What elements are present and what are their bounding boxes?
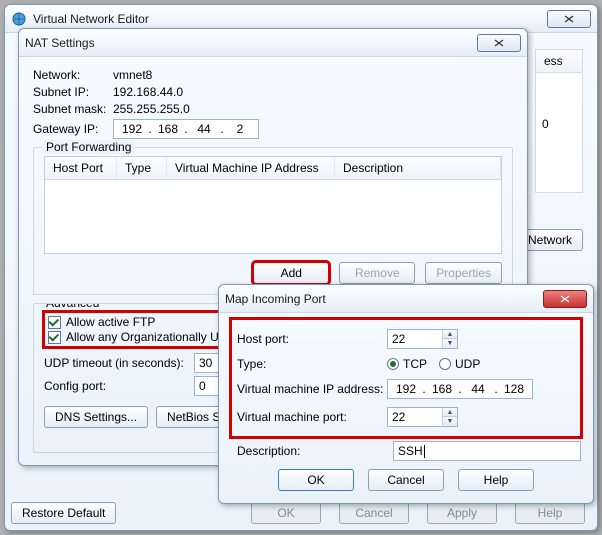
allow-oui-label: Allow any Organizationally Un <box>66 330 225 344</box>
type-label: Type: <box>237 357 387 371</box>
udp-radio[interactable] <box>439 358 451 370</box>
allow-ftp-checkbox[interactable] <box>48 316 61 329</box>
nat-title: NAT Settings <box>25 36 477 50</box>
host-port-label: Host port: <box>237 332 387 346</box>
vm-ip-label: Virtual machine IP address: <box>237 382 387 396</box>
main-bottom-buttons: OK Cancel Apply Help <box>251 502 585 524</box>
nat-titlebar: NAT Settings <box>19 29 527 57</box>
spin-down-icon[interactable]: ▼ <box>443 339 457 348</box>
subnet-ip-label: Subnet IP: <box>33 85 113 99</box>
map-incoming-port-dialog: Map Incoming Port Host port: 22 ▲▼ Type:… <box>218 284 594 504</box>
properties-button: Properties <box>425 262 502 284</box>
map-cancel-button[interactable]: Cancel <box>368 469 444 491</box>
col-description[interactable]: Description <box>335 157 501 179</box>
description-input[interactable]: SSH <box>393 441 581 461</box>
udp-label: UDP <box>455 357 480 371</box>
col-type[interactable]: Type <box>117 157 167 179</box>
partial-header-cell: ess <box>535 49 583 73</box>
main-apply-button[interactable]: Apply <box>427 502 497 524</box>
dns-settings-button[interactable]: DNS Settings... <box>44 406 148 428</box>
allow-ftp-label: Allow active FTP <box>66 315 155 329</box>
network-value: vmnet8 <box>113 68 152 82</box>
main-cancel-button[interactable]: Cancel <box>339 502 409 524</box>
config-port-label: Config port: <box>44 379 194 393</box>
nat-close-button[interactable] <box>477 34 521 52</box>
gateway-ip-label: Gateway IP: <box>33 122 113 136</box>
tcp-radio[interactable] <box>387 358 399 370</box>
spin-up-icon[interactable]: ▲ <box>443 330 457 339</box>
remove-button: Remove <box>339 262 415 284</box>
text-cursor <box>424 445 425 458</box>
main-close-button[interactable] <box>547 10 591 28</box>
port-forwarding-title: Port Forwarding <box>42 140 135 154</box>
allow-oui-checkbox[interactable] <box>48 331 61 344</box>
advanced-title: Advanced <box>42 303 103 310</box>
vm-port-label: Virtual machine port: <box>237 410 387 424</box>
spin-up-icon[interactable]: ▲ <box>443 408 457 417</box>
vm-port-input[interactable]: 22 ▲▼ <box>387 407 458 427</box>
map-close-button[interactable] <box>543 290 587 308</box>
subnet-ip-value: 192.168.44.0 <box>113 85 183 99</box>
add-button[interactable]: Add <box>253 262 329 284</box>
app-icon <box>11 11 27 27</box>
restore-default-button[interactable]: Restore Default <box>11 502 116 524</box>
map-titlebar: Map Incoming Port <box>219 285 593 313</box>
col-vm-ip[interactable]: Virtual Machine IP Address <box>167 157 335 179</box>
map-help-button[interactable]: Help <box>458 469 534 491</box>
tcp-label: TCP <box>403 357 427 371</box>
port-forwarding-table[interactable]: Host Port Type Virtual Machine IP Addres… <box>44 156 502 254</box>
map-title: Map Incoming Port <box>225 292 543 306</box>
udp-timeout-label: UDP timeout (in seconds): <box>44 356 194 370</box>
vm-ip-input[interactable]: 192. 168. 44. 128 <box>387 379 533 399</box>
subnet-mask-value: 255.255.255.0 <box>113 102 190 116</box>
col-host-port[interactable]: Host Port <box>45 157 117 179</box>
subnet-mask-label: Subnet mask: <box>33 102 113 116</box>
network-label: Network: <box>33 68 113 82</box>
spin-down-icon[interactable]: ▼ <box>443 417 457 426</box>
partial-body-cell: 0 <box>535 73 583 193</box>
main-title: Virtual Network Editor <box>33 12 547 26</box>
table-header: Host Port Type Virtual Machine IP Addres… <box>45 157 501 180</box>
description-label: Description: <box>231 444 393 458</box>
main-help-button[interactable]: Help <box>515 502 585 524</box>
port-forwarding-group: Port Forwarding Host Port Type Virtual M… <box>33 147 513 295</box>
main-partial-column: ess 0 <box>535 49 583 193</box>
gateway-ip-input[interactable]: 192. 168. 44. 2 <box>113 119 259 139</box>
main-ok-button[interactable]: OK <box>251 502 321 524</box>
host-port-input[interactable]: 22 ▲▼ <box>387 329 458 349</box>
map-ok-button[interactable]: OK <box>278 469 354 491</box>
